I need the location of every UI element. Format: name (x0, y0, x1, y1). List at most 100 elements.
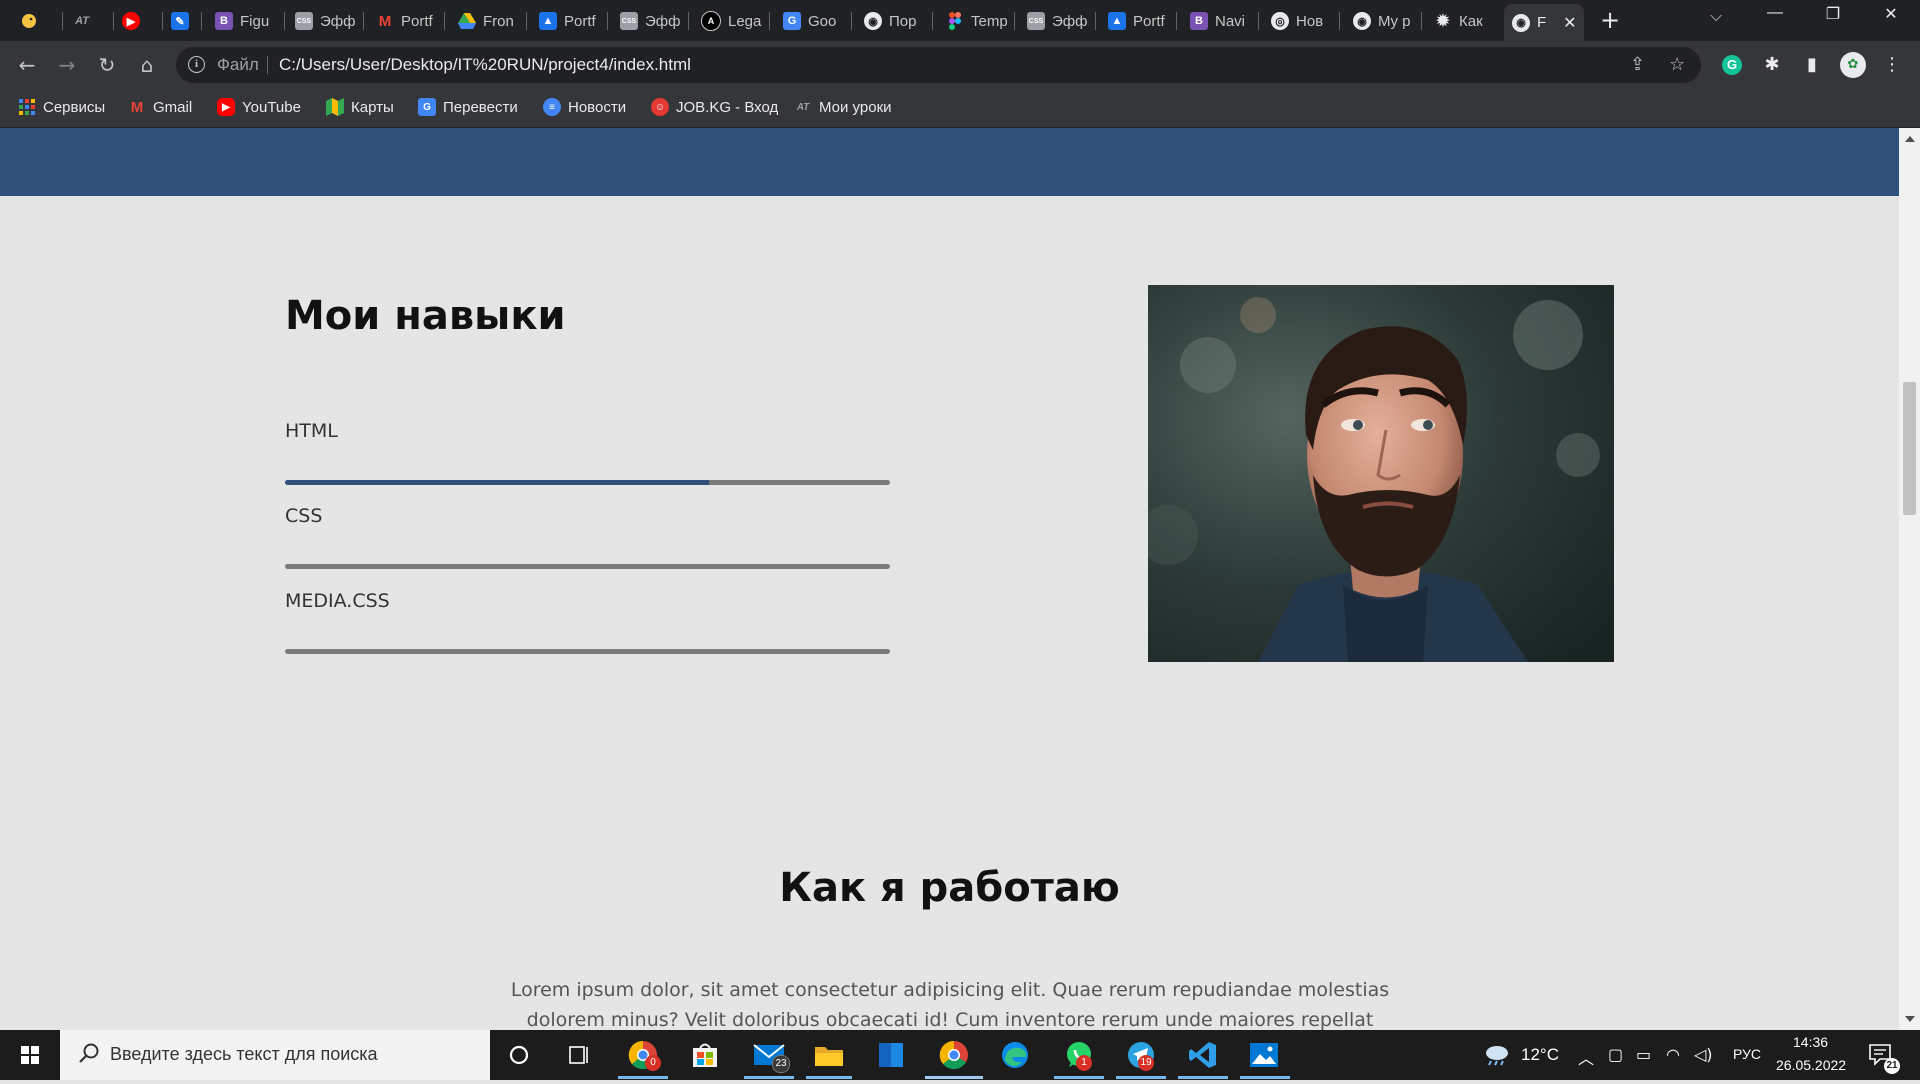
classroom-icon: ▲ (1108, 12, 1126, 30)
clock-time[interactable]: 14:36 (1793, 1034, 1828, 1050)
gmail-icon: M (378, 12, 392, 30)
browser-tab[interactable]: ▲ Portf (539, 6, 601, 36)
task-view-icon[interactable] (560, 1036, 598, 1074)
globe-icon: ◉ (1353, 12, 1371, 30)
youtube-icon: ▶ (217, 98, 235, 116)
new-tab-button[interactable]: + (1600, 8, 1620, 32)
tab-title: Нов (1296, 12, 1324, 30)
close-icon[interactable]: ✕ (1563, 13, 1576, 33)
bookmark-item[interactable]: ☺ JOB.KG - Вход (651, 98, 778, 116)
forward-arrow-icon[interactable]: → (54, 52, 80, 78)
browser-tab[interactable]: ✹ Как (1434, 6, 1496, 36)
vscode-icon[interactable] (1184, 1036, 1222, 1074)
wifi-icon[interactable]: ◠ (1666, 1045, 1680, 1064)
tab-title: Portf (1133, 12, 1165, 30)
notification-count-badge: 21 (1884, 1058, 1900, 1074)
css-icon: CSS (295, 12, 313, 30)
browser-tab-active[interactable]: ◉ F ✕ (1504, 4, 1584, 41)
bootstrap-icon: B (215, 12, 233, 30)
clock-date[interactable]: 26.05.2022 (1776, 1057, 1846, 1073)
translate-icon: G (418, 98, 436, 116)
browser-tab[interactable]: ◉ Пор (864, 6, 926, 36)
meet-icon[interactable]: ▢ (1608, 1045, 1623, 1064)
page-scrollbar[interactable] (1899, 128, 1920, 1030)
windows-start-icon[interactable] (0, 1030, 60, 1080)
browser-tab[interactable]: ◉ My p (1353, 6, 1415, 36)
browser-tab[interactable]: CSS Эфф (295, 6, 357, 36)
cortana-icon[interactable] (500, 1036, 538, 1074)
bookmark-label: YouTube (242, 98, 301, 116)
chrome-icon[interactable] (935, 1036, 973, 1074)
bookmark-label: Сервисы (43, 98, 106, 116)
minimize-icon[interactable]: — (1752, 4, 1798, 22)
grammarly-icon[interactable]: G (1722, 55, 1742, 75)
avatar[interactable]: ✿ (1840, 52, 1866, 78)
bookmark-item[interactable]: ▶ YouTube (217, 98, 301, 116)
browser-tab[interactable]: ✎ (171, 6, 197, 36)
browser-tab[interactable]: ▶ (122, 6, 148, 36)
word-icon[interactable] (872, 1036, 910, 1074)
reload-icon[interactable]: ↻ (94, 52, 120, 78)
share-icon[interactable]: ⇪ (1630, 54, 1645, 75)
browser-tab[interactable]: CSS Эфф (1027, 6, 1089, 36)
extensions-icon[interactable]: ✱ (1760, 53, 1784, 77)
browser-tab[interactable]: M Portf (376, 6, 438, 36)
star-icon[interactable]: ☆ (1669, 54, 1685, 75)
bookmark-item[interactable]: Карты (326, 98, 394, 116)
chevron-down-icon[interactable]: ⌵ (1710, 6, 1722, 26)
browser-tab[interactable]: B Navi (1190, 6, 1252, 36)
gmail-icon: M (130, 98, 144, 116)
photos-icon[interactable] (1245, 1036, 1283, 1074)
tab-separator (607, 12, 608, 30)
taskbar-search-input[interactable]: Введите здесь текст для поиска (60, 1030, 490, 1080)
info-icon[interactable]: i (188, 56, 205, 73)
browser-tab[interactable]: B Figu (215, 6, 285, 36)
scrollbar-thumb[interactable] (1903, 382, 1916, 515)
input-language[interactable]: РУС (1733, 1046, 1761, 1062)
browser-tab[interactable]: CSS Эфф (620, 6, 682, 36)
weather-cloud-icon[interactable] (1482, 1042, 1510, 1070)
browser-tab[interactable]: Temp (946, 6, 1008, 36)
duck-icon (20, 12, 38, 30)
battery-icon[interactable]: ▭ (1636, 1045, 1651, 1064)
bookmark-item[interactable]: Сервисы (18, 98, 105, 116)
scroll-up-icon[interactable] (1905, 136, 1915, 142)
store-icon[interactable] (686, 1036, 724, 1074)
weather-temperature[interactable]: 12°C (1521, 1045, 1559, 1065)
browser-tab[interactable]: ◎ Нов (1271, 6, 1333, 36)
bookmark-label: Gmail (153, 98, 193, 116)
back-arrow-icon[interactable]: ← (14, 52, 40, 78)
browser-tab[interactable] (20, 6, 46, 36)
tab-separator (932, 12, 933, 30)
browser-tab[interactable]: AT (73, 6, 99, 36)
explorer-icon[interactable] (810, 1036, 848, 1074)
sidepanel-icon[interactable]: ▮ (1800, 53, 1824, 77)
chevron-up-icon[interactable]: ︿ (1578, 1045, 1594, 1069)
bookmark-item[interactable]: G Перевести (418, 98, 518, 116)
menu-icon[interactable]: ⋮ (1880, 53, 1904, 77)
restore-icon[interactable]: ❐ (1810, 4, 1856, 24)
browser-tab[interactable]: G Goo (783, 6, 845, 36)
tab-separator (1258, 12, 1259, 30)
bookmark-item[interactable]: ≡ Новости (543, 98, 626, 116)
home-icon[interactable]: ⌂ (134, 52, 160, 78)
scroll-down-icon[interactable] (1905, 1016, 1915, 1022)
site-header (0, 128, 1899, 196)
maps-icon (326, 98, 344, 116)
bookmark-item[interactable]: M Gmail (128, 98, 192, 116)
volume-icon[interactable]: ◁) (1694, 1045, 1713, 1064)
edge-icon[interactable] (996, 1036, 1034, 1074)
address-divider (267, 56, 268, 74)
browser-tab[interactable]: ▲ Portf (1108, 6, 1170, 36)
jobkg-icon: ☺ (651, 98, 669, 116)
globe-icon: ◉ (1512, 13, 1530, 32)
browser-tab[interactable]: Fron (458, 6, 520, 36)
bookmark-label: Новости (568, 98, 627, 116)
browser-tab[interactable]: A Lega (701, 6, 763, 36)
address-bar[interactable]: i Файл C:/Users/User/Desktop/IT%20RUN/pr… (176, 47, 1701, 83)
close-window-icon[interactable]: ✕ (1868, 4, 1914, 24)
address-url[interactable]: C:/Users/User/Desktop/IT%20RUN/project4/… (279, 55, 691, 75)
tab-title: Temp (971, 12, 1008, 30)
bookmark-item[interactable]: AT Мои уроки (794, 98, 892, 116)
tab-title: Как (1459, 12, 1483, 30)
